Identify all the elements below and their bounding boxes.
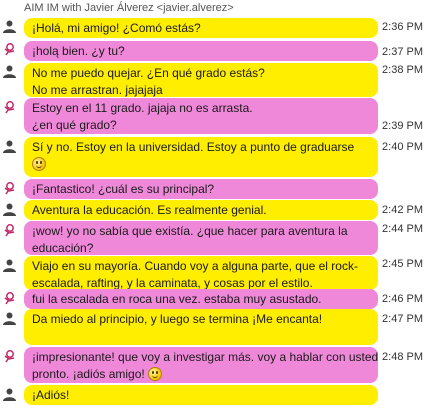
- message-text: Viajo en su mayoría. Cuando voy a alguna…: [32, 259, 358, 273]
- message-row: ¡wow! yo no sabía que existía. ¿que hace…: [0, 221, 432, 255]
- message-bubble: fui la escalada en roca una vez. estaba …: [24, 289, 378, 309]
- message-row: ¡holą bien. ¿y tu? 2:37 PM: [0, 40, 432, 62]
- message-row: ¡Adiós!: [0, 385, 432, 405]
- person-silhouette-icon: [3, 140, 16, 153]
- message-text: ¡Adiós!: [32, 388, 70, 402]
- timestamp: 2:39 PM: [382, 120, 423, 132]
- message-bubble: ¡Holá, mi amigo! ¿Comó estás?: [24, 18, 378, 38]
- message-text: educación?: [32, 241, 94, 255]
- buddy-running-man-icon: [4, 350, 15, 363]
- message-row: Da miedo al principio, y luego se termin…: [0, 309, 432, 345]
- message-bubble: ¡wow! yo no sabía que existía. ¿que hace…: [24, 221, 378, 255]
- message-text: pronto. ¡adiós amigo!: [32, 367, 145, 381]
- message-bubble: Estoy en el 11 grado. jajaja no es arras…: [24, 98, 378, 134]
- message-bubble: ¡holą bien. ¿y tu?: [24, 41, 378, 61]
- message-bubble: ¡Adiós!: [24, 385, 378, 405]
- person-silhouette-icon: [3, 312, 16, 325]
- timestamp: 2:47 PM: [382, 313, 423, 325]
- message-text: ¿en qué grado?: [32, 118, 117, 132]
- message-row: ¡Holá, mi amigo! ¿Comó estás? 2:36 PM: [0, 17, 432, 39]
- message-text: No me arrastran. jajajaja: [32, 83, 163, 97]
- person-silhouette-icon: [3, 259, 16, 272]
- person-silhouette-icon: [3, 203, 16, 216]
- message-text: Estoy en el 11 grado. jajaja no es arras…: [32, 101, 253, 115]
- message-text: ¡impresionante! que voy a investigar más…: [32, 350, 379, 364]
- buddy-running-man-icon: [4, 182, 15, 195]
- message-row: Viajo en su mayoría. Cuando voy a alguna…: [0, 256, 432, 290]
- message-text: fui la escalada en roca una vez. estaba …: [32, 292, 322, 306]
- message-bubble: Da miedo al principio, y luego se termin…: [24, 309, 378, 345]
- timestamp: 2:42 PM: [382, 204, 423, 216]
- smiley-emoticon-icon: [32, 157, 46, 171]
- message-bubble: Viajo en su mayoría. Cuando voy a alguna…: [24, 256, 378, 290]
- timestamp: 2:37 PM: [382, 46, 423, 58]
- buddy-running-man-icon: [4, 292, 15, 305]
- message-text: Aventura la educación. Es realmente geni…: [32, 203, 267, 217]
- message-bubble: ¡Fantastico! ¿cuál es su principal?: [24, 179, 378, 199]
- message-text: Sí y no. Estoy en la universidad. Estoy …: [32, 140, 355, 154]
- buddy-running-man-icon: [4, 43, 15, 56]
- timestamp: 2:40 PM: [382, 141, 423, 153]
- message-row: Aventura la educación. Es realmente geni…: [0, 200, 432, 220]
- message-text: Da miedo al principio, y luego se termin…: [32, 312, 323, 326]
- person-silhouette-icon: [3, 65, 16, 78]
- timestamp: 2:44 PM: [382, 223, 423, 235]
- message-row: No me puedo quejar. ¿En qué grado estás?…: [0, 62, 432, 97]
- message-bubble: ¡impresionante! que voy a investigar más…: [24, 347, 378, 383]
- message-text: ¡Fantastico! ¿cuál es su principal?: [32, 182, 215, 196]
- message-text: ¡holą bien. ¿y tu?: [32, 44, 125, 58]
- message-text: No me puedo quejar. ¿En qué grado estás?: [32, 66, 265, 80]
- message-row: Estoy en el 11 grado. jajaja no es arras…: [0, 98, 432, 134]
- timestamp: 2:45 PM: [382, 258, 423, 270]
- message-bubble: Aventura la educación. Es realmente geni…: [24, 200, 378, 220]
- message-text: ¡wow! yo no sabía que existía. ¿que hace…: [32, 224, 348, 238]
- message-text: ¡Holá, mi amigo! ¿Comó estás?: [32, 21, 201, 35]
- timestamp: 2:48 PM: [382, 351, 423, 363]
- message-bubble: Sí y no. Estoy en la universidad. Estoy …: [24, 137, 378, 177]
- buddy-running-man-icon: [4, 101, 15, 114]
- message-row: ¡Fantastico! ¿cuál es su principal?: [0, 179, 432, 199]
- message-row: Sí y no. Estoy en la universidad. Estoy …: [0, 137, 432, 177]
- timestamp: 2:38 PM: [382, 64, 423, 76]
- message-row: ¡impresionante! que voy a investigar más…: [0, 347, 432, 383]
- person-silhouette-icon: [3, 20, 16, 33]
- window-title: AIM IM with Javier Álverez <javier.alver…: [24, 2, 234, 14]
- person-silhouette-icon: [3, 388, 16, 401]
- smiley-emoticon-icon: [148, 367, 163, 381]
- message-bubble: No me puedo quejar. ¿En qué grado estás?…: [24, 63, 378, 97]
- timestamp: 2:46 PM: [382, 293, 423, 305]
- message-row: fui la escalada en roca una vez. estaba …: [0, 289, 432, 309]
- buddy-running-man-icon: [4, 224, 15, 237]
- timestamp: 2:36 PM: [382, 21, 423, 33]
